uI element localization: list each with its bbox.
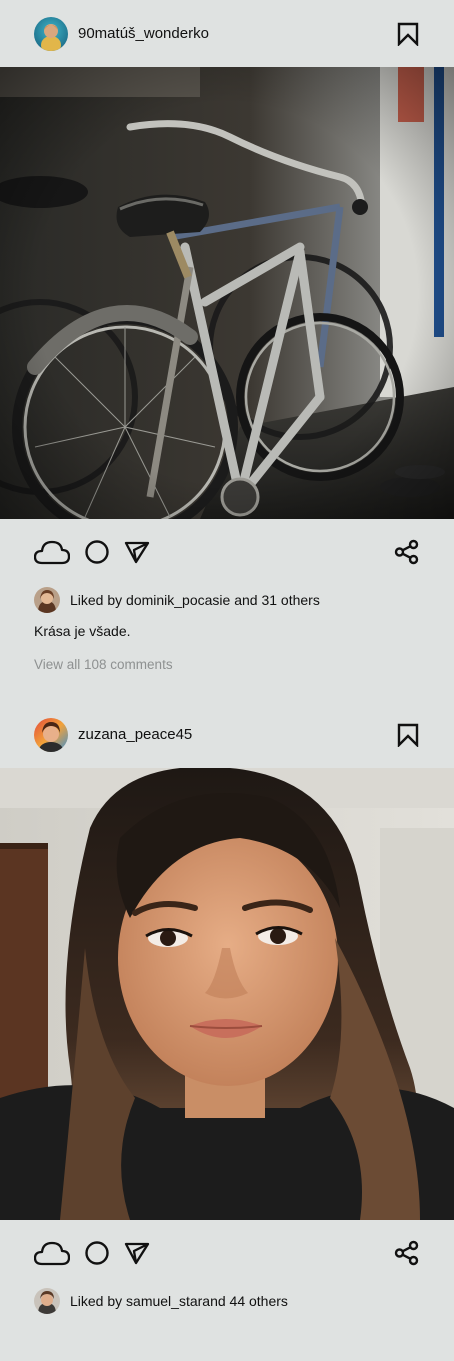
liked-by-text[interactable]: Liked by samuel_starand 44 others	[70, 1293, 288, 1309]
likes-summary: Liked by samuel_starand 44 others	[0, 1286, 454, 1316]
post-author[interactable]: 90matúš_wonderko	[34, 16, 209, 51]
send-triangle-icon[interactable]	[124, 1240, 150, 1266]
actions-left	[34, 1240, 150, 1266]
share-nodes-icon[interactable]	[394, 539, 420, 565]
post-author[interactable]: zuzana_peace45	[34, 717, 192, 752]
post-actions	[0, 519, 454, 585]
post-caption: Krása je všade.	[34, 623, 131, 639]
post-photo[interactable]	[0, 768, 454, 1220]
circle-icon[interactable]	[84, 1240, 110, 1266]
avatar[interactable]	[34, 587, 60, 613]
send-triangle-icon[interactable]	[124, 539, 150, 565]
cloud-icon[interactable]	[34, 539, 70, 565]
likes-summary: Liked by dominik_pocasie and 31 others	[0, 585, 454, 615]
circle-icon[interactable]	[84, 539, 110, 565]
avatar[interactable]	[34, 16, 68, 51]
view-comments-link[interactable]: View all 108 comments	[0, 647, 454, 681]
post: 90matúš_wonderko Liked by dominik_pocasi…	[0, 0, 454, 681]
post-spacer	[0, 681, 454, 701]
post: zuzana_peace45 Liked by samuel_starand 4…	[0, 701, 454, 1316]
avatar[interactable]	[34, 717, 68, 752]
avatar[interactable]	[34, 1288, 60, 1314]
username[interactable]: zuzana_peace45	[78, 726, 192, 743]
post-header: 90matúš_wonderko	[0, 0, 454, 67]
share-nodes-icon[interactable]	[394, 1240, 420, 1266]
post-header: zuzana_peace45	[0, 701, 454, 768]
cloud-icon[interactable]	[34, 1240, 70, 1266]
post-actions	[0, 1220, 454, 1286]
bookmark-icon[interactable]	[396, 22, 420, 46]
liked-by-text[interactable]: Liked by dominik_pocasie and 31 others	[70, 592, 320, 608]
actions-left	[34, 539, 150, 565]
post-photo[interactable]	[0, 67, 454, 519]
bookmark-icon[interactable]	[396, 723, 420, 747]
username[interactable]: 90matúš_wonderko	[78, 25, 209, 42]
